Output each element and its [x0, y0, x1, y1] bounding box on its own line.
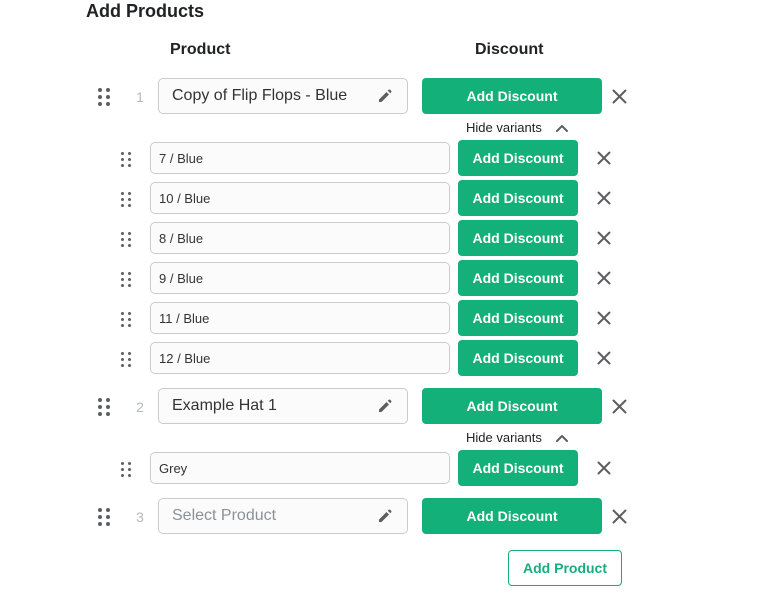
close-icon[interactable]: [597, 351, 611, 365]
close-icon[interactable]: [612, 89, 627, 104]
add-discount-button[interactable]: Add Discount: [422, 388, 602, 424]
close-icon[interactable]: [597, 231, 611, 245]
variant-name-field[interactable]: 9 / Blue: [150, 262, 450, 294]
variant-name-field[interactable]: 12 / Blue: [150, 342, 450, 374]
product-select-field[interactable]: Copy of Flip Flops - Blue: [158, 78, 408, 114]
add-discount-button[interactable]: Add Discount: [458, 340, 578, 376]
add-discount-button[interactable]: Add Discount: [458, 450, 578, 486]
product-name: Example Hat 1: [172, 397, 277, 414]
drag-handle-icon[interactable]: [98, 398, 110, 416]
variant-name-field[interactable]: 11 / Blue: [150, 302, 450, 334]
drag-handle-icon[interactable]: [98, 88, 110, 106]
variant-name: 8 / Blue: [159, 230, 204, 246]
product-index: 1: [136, 89, 144, 105]
add-discount-button[interactable]: Add Discount: [458, 300, 578, 336]
variant-name-field[interactable]: 8 / Blue: [150, 222, 450, 254]
add-discount-button[interactable]: Add Discount: [458, 140, 578, 176]
close-icon[interactable]: [612, 399, 627, 414]
close-icon[interactable]: [597, 271, 611, 285]
drag-handle-icon[interactable]: [121, 152, 131, 167]
product-select-field[interactable]: Example Hat 1: [158, 388, 408, 424]
product-index: 2: [136, 399, 144, 415]
drag-handle-icon[interactable]: [98, 508, 110, 526]
variant-name: 10 / Blue: [159, 190, 211, 206]
variant-name: Grey: [159, 460, 188, 476]
add-discount-button[interactable]: Add Discount: [422, 78, 602, 114]
drag-handle-icon[interactable]: [121, 192, 131, 207]
product-name: Copy of Flip Flops - Blue: [172, 87, 348, 104]
drag-handle-icon[interactable]: [121, 272, 131, 287]
close-icon[interactable]: [597, 151, 611, 165]
variant-name: 9 / Blue: [159, 270, 204, 286]
variant-name-field[interactable]: 10 / Blue: [150, 182, 450, 214]
close-icon[interactable]: [597, 191, 611, 205]
drag-handle-icon[interactable]: [121, 352, 131, 367]
drag-handle-icon[interactable]: [121, 312, 131, 327]
variant-name-field[interactable]: 7 / Blue: [150, 142, 450, 174]
variant-name: 12 / Blue: [159, 350, 211, 366]
hide-variants-label: Hide variants: [466, 430, 542, 445]
add-discount-button[interactable]: Add Discount: [458, 180, 578, 216]
variant-name-field[interactable]: Grey: [150, 452, 450, 484]
close-icon[interactable]: [612, 509, 627, 524]
add-product-button[interactable]: Add Product: [508, 550, 622, 586]
page-title: Add Products: [86, 1, 205, 21]
close-icon[interactable]: [597, 311, 611, 325]
chevron-up-icon: [555, 124, 568, 132]
add-discount-button[interactable]: Add Discount: [422, 498, 602, 534]
drag-handle-icon[interactable]: [121, 462, 131, 477]
product-index: 3: [136, 509, 144, 525]
variant-name: 11 / Blue: [159, 310, 210, 326]
hide-variants-toggle[interactable]: Hide variants: [466, 120, 568, 135]
product-column-header: Product: [170, 41, 231, 58]
add-discount-button[interactable]: Add Discount: [458, 260, 578, 296]
discount-column-header: Discount: [475, 41, 544, 58]
drag-handle-icon[interactable]: [121, 232, 131, 247]
hide-variants-label: Hide variants: [466, 120, 542, 135]
hide-variants-toggle[interactable]: Hide variants: [466, 430, 568, 445]
product-select-field[interactable]: Select Product: [158, 498, 408, 534]
pencil-icon[interactable]: [377, 508, 393, 524]
pencil-icon[interactable]: [377, 88, 393, 104]
product-placeholder: Select Product: [172, 507, 277, 524]
close-icon[interactable]: [597, 461, 611, 475]
variant-name: 7 / Blue: [159, 150, 204, 166]
pencil-icon[interactable]: [377, 398, 393, 414]
add-discount-button[interactable]: Add Discount: [458, 220, 578, 256]
chevron-up-icon: [555, 434, 568, 442]
